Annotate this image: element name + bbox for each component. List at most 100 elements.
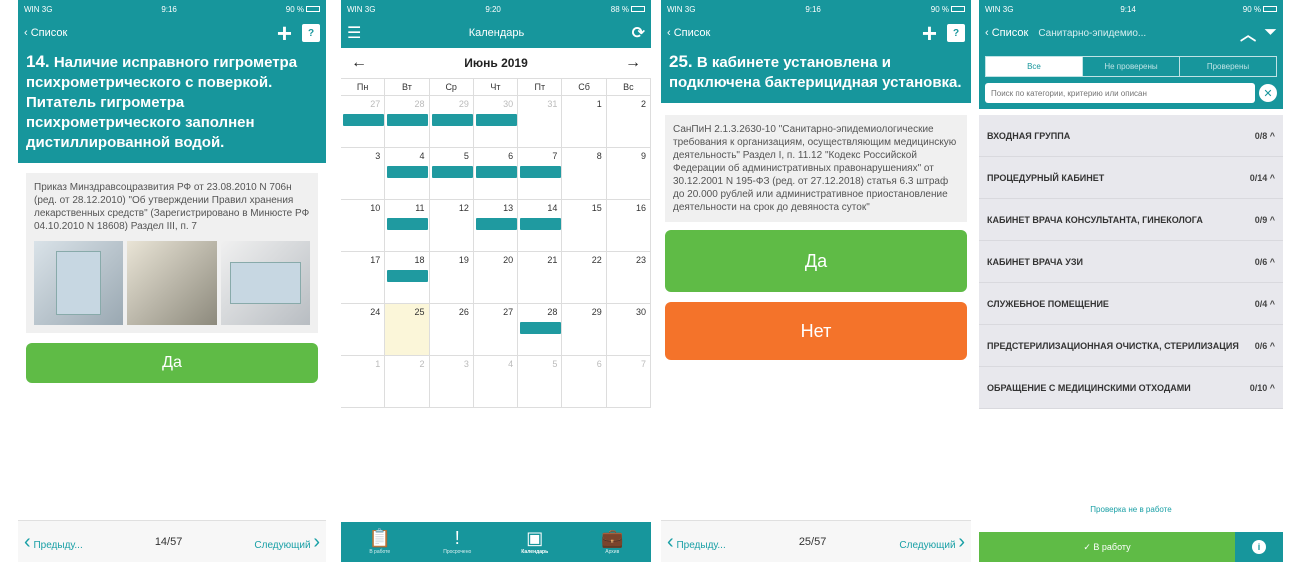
calendar-day[interactable]: 20: [473, 252, 519, 304]
calendar-day[interactable]: 10: [341, 200, 386, 252]
calendar-event-bar[interactable]: [475, 114, 517, 126]
calendar-day[interactable]: 27: [341, 96, 386, 148]
chevron-up-icon[interactable]: ^: [1267, 215, 1275, 225]
yes-button[interactable]: Да: [26, 343, 318, 383]
calendar-day[interactable]: 27: [473, 304, 519, 356]
calendar-day[interactable]: 7: [606, 356, 651, 408]
calendar-day[interactable]: 28: [518, 304, 563, 356]
menu-icon[interactable]: ☰: [347, 23, 361, 43]
tab-clipboard[interactable]: 📋 В работе: [341, 522, 419, 562]
chevron-up-icon[interactable]: ^: [1267, 257, 1275, 267]
calendar-day[interactable]: 16: [606, 200, 651, 252]
prev-button[interactable]: ‹ Предыду...: [24, 532, 83, 552]
calendar-event-bar[interactable]: [475, 166, 517, 178]
category-row[interactable]: КАБИНЕТ ВРАЧА КОНСУЛЬТАНТА, ГИНЕКОЛОГА 0/…: [979, 199, 1283, 241]
calendar-day[interactable]: 18: [385, 252, 430, 304]
calendar-day[interactable]: 3: [341, 148, 386, 200]
calendar-event-bar[interactable]: [520, 218, 562, 230]
start-work-button[interactable]: ✓ В работу: [979, 532, 1235, 562]
tab-exclamation[interactable]: ! Просрочено: [419, 522, 497, 562]
chevron-up-icon[interactable]: ^: [1267, 173, 1275, 183]
add-icon[interactable]: +: [277, 20, 292, 46]
calendar-day[interactable]: 12: [429, 200, 474, 252]
calendar-day[interactable]: 2: [385, 356, 430, 408]
calendar-event-bar[interactable]: [387, 270, 429, 282]
info-button[interactable]: i: [1235, 532, 1283, 562]
back-button[interactable]: ‹ Список: [24, 27, 67, 39]
calendar-event-bar[interactable]: [475, 218, 517, 230]
category-row[interactable]: ВХОДНАЯ ГРУППА 0/8 ^: [979, 115, 1283, 157]
prev-month-arrow-icon[interactable]: ←: [351, 54, 367, 72]
chevron-up-icon[interactable]: ^: [1267, 341, 1275, 351]
back-button[interactable]: ‹ Список: [667, 27, 710, 39]
category-row[interactable]: КАБИНЕТ ВРАЧА УЗИ 0/6 ^: [979, 241, 1283, 283]
yes-button[interactable]: Да: [665, 230, 967, 292]
category-row[interactable]: ПРОЦЕДУРНЫЙ КАБИНЕТ 0/14 ^: [979, 157, 1283, 199]
prev-button[interactable]: ‹ Предыду...: [667, 532, 726, 552]
no-button[interactable]: Нет: [665, 302, 967, 360]
calendar-event-bar[interactable]: [520, 166, 562, 178]
calendar-day[interactable]: 26: [429, 304, 474, 356]
calendar-event-bar[interactable]: [431, 166, 473, 178]
photo-hygrometer-2[interactable]: [127, 241, 217, 325]
calendar-day[interactable]: 30: [606, 304, 651, 356]
calendar-day[interactable]: 5: [429, 148, 474, 200]
calendar-day[interactable]: 31: [518, 96, 563, 148]
calendar-day[interactable]: 17: [341, 252, 386, 304]
calendar-day[interactable]: 23: [606, 252, 651, 304]
calendar-event-bar[interactable]: [431, 114, 473, 126]
photo-hygrometer-3[interactable]: [220, 241, 310, 325]
calendar-day[interactable]: 29: [429, 96, 474, 148]
calendar-day[interactable]: 19: [429, 252, 474, 304]
category-row[interactable]: СЛУЖЕБНОЕ ПОМЕЩЕНИЕ 0/4 ^: [979, 283, 1283, 325]
chevron-up-icon[interactable]: ︿: [1240, 21, 1256, 45]
calendar-day[interactable]: 1: [562, 96, 607, 148]
tab-calendar[interactable]: ▣ Календарь: [496, 522, 574, 562]
calendar-event-bar[interactable]: [343, 114, 385, 126]
add-icon[interactable]: +: [922, 20, 937, 46]
calendar-day[interactable]: 22: [562, 252, 607, 304]
calendar-day[interactable]: 29: [562, 304, 607, 356]
calendar-day[interactable]: 1: [341, 356, 386, 408]
calendar-day[interactable]: 5: [518, 356, 563, 408]
help-button[interactable]: ?: [302, 24, 320, 42]
calendar-day[interactable]: 21: [518, 252, 563, 304]
calendar-day[interactable]: 9: [606, 148, 651, 200]
chevron-up-icon[interactable]: ^: [1267, 383, 1275, 393]
calendar-event-bar[interactable]: [520, 322, 562, 334]
segment-all[interactable]: Все: [986, 57, 1083, 76]
calendar-day[interactable]: 6: [562, 356, 607, 408]
calendar-day[interactable]: 11: [385, 200, 430, 252]
refresh-icon[interactable]: ⟳: [632, 23, 645, 43]
chevron-up-icon[interactable]: ^: [1267, 131, 1275, 141]
chevron-up-icon[interactable]: ^: [1267, 299, 1275, 309]
tab-briefcase[interactable]: 💼 Архив: [574, 522, 652, 562]
calendar-day[interactable]: 15: [562, 200, 607, 252]
calendar-day[interactable]: 2: [606, 96, 651, 148]
next-button[interactable]: Следующий ›: [254, 532, 320, 552]
filter-icon[interactable]: ⏷: [1264, 24, 1277, 42]
segment-unchecked[interactable]: Не проверены: [1083, 57, 1180, 76]
calendar-day-today[interactable]: 25: [385, 304, 430, 356]
calendar-day[interactable]: 4: [473, 356, 519, 408]
calendar-day[interactable]: 24: [341, 304, 386, 356]
calendar-event-bar[interactable]: [387, 218, 429, 230]
calendar-day[interactable]: 28: [385, 96, 430, 148]
calendar-day[interactable]: 4: [385, 148, 430, 200]
category-row[interactable]: ОБРАЩЕНИЕ С МЕДИЦИНСКИМИ ОТХОДАМИ 0/10 ^: [979, 367, 1283, 409]
calendar-day[interactable]: 6: [473, 148, 519, 200]
calendar-day[interactable]: 30: [473, 96, 519, 148]
help-button[interactable]: ?: [947, 24, 965, 42]
calendar-event-bar[interactable]: [387, 166, 429, 178]
category-row[interactable]: ПРЕДСТЕРИЛИЗАЦИОННАЯ ОЧИСТКА, СТЕРИЛИЗАЦ…: [979, 325, 1283, 367]
calendar-day[interactable]: 3: [429, 356, 474, 408]
clear-search-icon[interactable]: ✕: [1259, 84, 1277, 102]
calendar-day[interactable]: 8: [562, 148, 607, 200]
calendar-day[interactable]: 13: [473, 200, 519, 252]
photo-hygrometer-1[interactable]: [34, 241, 124, 325]
search-input[interactable]: [985, 83, 1255, 103]
calendar-day[interactable]: 7: [518, 148, 563, 200]
next-button[interactable]: Следующий ›: [899, 532, 965, 552]
back-button[interactable]: ‹ Список: [985, 27, 1028, 39]
segment-checked[interactable]: Проверены: [1180, 57, 1276, 76]
